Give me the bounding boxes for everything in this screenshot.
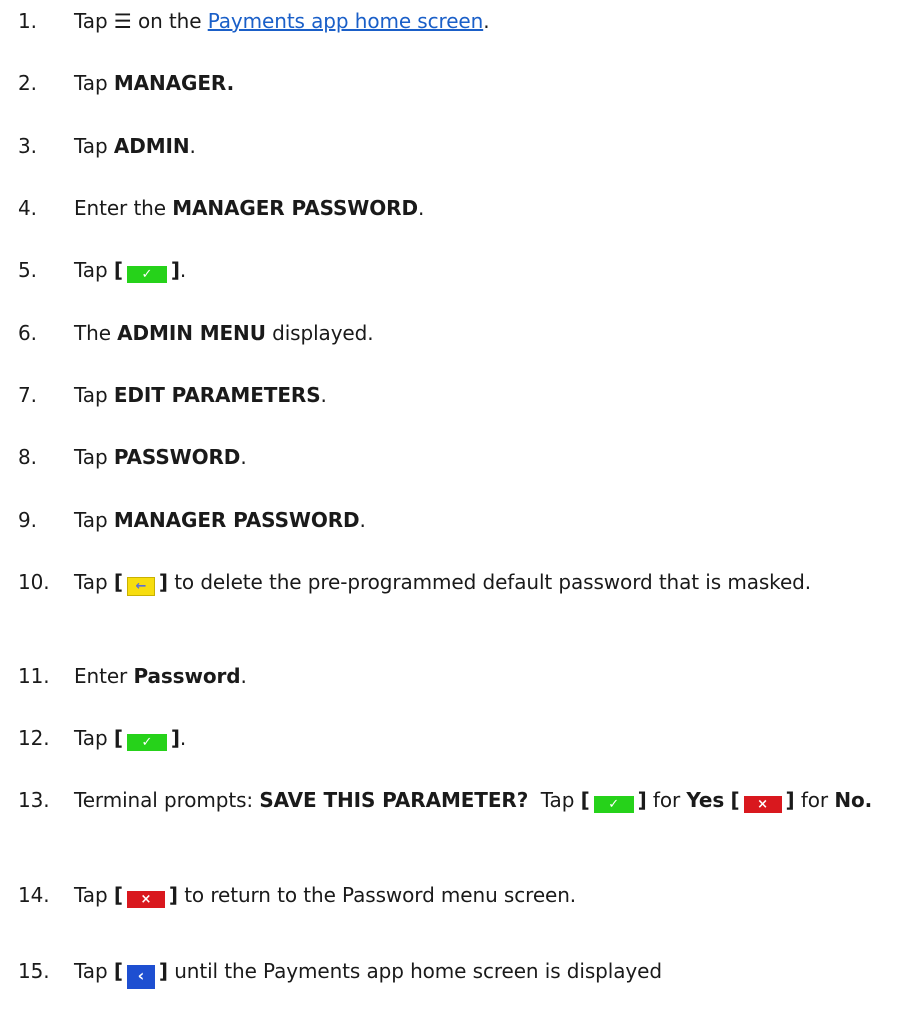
step-keyword: PASSWORD [113, 445, 241, 469]
check-icon: ✓ [593, 796, 634, 813]
check-icon: ✓ [126, 734, 167, 751]
step-14: 14. Tap [×] to return to the Password me… [18, 880, 894, 910]
step-15: 15. Tap [‹] until the Payments app home … [18, 956, 894, 989]
step-number: 8. [18, 445, 37, 469]
step-keyword: SAVE THIS PARAMETER? [259, 788, 529, 812]
step-2: 2. Tap MANAGER. [18, 68, 894, 98]
step-number: 1. [18, 9, 37, 33]
step-8: 8. Tap PASSWORD. [18, 442, 894, 472]
step-number: 15. [18, 959, 50, 983]
menu-icon: ☰ [113, 9, 132, 33]
step-5: 5. Tap [✓]. [18, 255, 894, 285]
step-keyword: MANAGER PASSWORD [172, 196, 418, 220]
step-9: 9. Tap MANAGER PASSWORD. [18, 505, 894, 535]
step-number: 13. [18, 788, 50, 812]
step-keyword: ADMIN [113, 134, 190, 158]
step-12: 12. Tap [✓]. [18, 723, 894, 753]
close-icon: × [126, 891, 165, 908]
step-keyword: ADMIN MENU [117, 321, 266, 345]
step-keyword: EDIT PARAMETERS [113, 383, 321, 407]
step-7: 7. Tap EDIT PARAMETERS. [18, 380, 894, 410]
step-1: 1. Tap ☰ on the Payments app home screen… [18, 6, 894, 36]
step-13: 13. Terminal prompts: SAVE THIS PARAMETE… [18, 785, 894, 815]
back-arrow-icon: ‹ [126, 965, 155, 989]
step-number: 10. [18, 570, 50, 594]
step-number: 14. [18, 883, 50, 907]
step-10: 10. Tap [←] to delete the pre-programmed… [18, 567, 894, 597]
step-number: 11. [18, 664, 50, 688]
step-4: 4. Enter the MANAGER PASSWORD. [18, 193, 894, 223]
step-keyword: MANAGER PASSWORD [113, 508, 360, 532]
check-icon: ✓ [126, 266, 167, 283]
payments-home-screen-link[interactable]: Payments app home screen [208, 9, 484, 33]
step-keyword: MANAGER. [113, 71, 235, 95]
step-number: 6. [18, 321, 37, 345]
step-number: 12. [18, 726, 50, 750]
step-11: 11. Enter Password. [18, 661, 894, 691]
step-number: 7. [18, 383, 37, 407]
step-6: 6. The ADMIN MENU displayed. [18, 318, 894, 348]
step-number: 3. [18, 134, 37, 158]
backspace-arrow-icon: ← [126, 577, 155, 596]
step-text: Tap [74, 9, 108, 33]
close-icon: × [743, 796, 782, 813]
step-3: 3. Tap ADMIN. [18, 131, 894, 161]
step-text: on the [137, 9, 202, 33]
step-number: 2. [18, 71, 37, 95]
step-number: 9. [18, 508, 37, 532]
instruction-list: 1. Tap ☰ on the Payments app home screen… [0, 0, 902, 1012]
step-keyword: Password [133, 664, 241, 688]
step-number: 4. [18, 196, 37, 220]
step-number: 5. [18, 258, 37, 282]
